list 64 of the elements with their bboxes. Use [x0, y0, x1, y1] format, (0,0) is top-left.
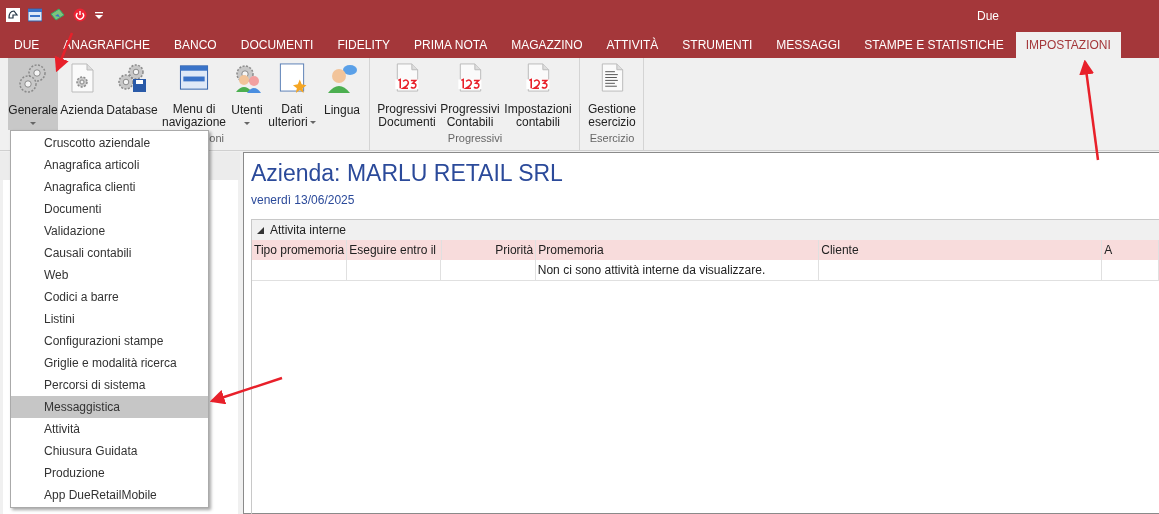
ribbon-tab[interactable]: DOCUMENTI — [228, 32, 326, 58]
date-label: venerdì 13/06/2025 — [251, 193, 355, 207]
ribbon-tab[interactable]: ANAGRAFICHE — [51, 32, 163, 58]
menu-item[interactable]: App DueRetailMobile — [11, 484, 208, 506]
ribbon-button[interactable]: Progressivi Documenti — [376, 58, 438, 130]
gears-disk-icon — [116, 62, 148, 94]
column-header[interactable]: A — [1102, 240, 1159, 260]
company-title: Azienda: MARLU RETAIL SRL — [251, 160, 563, 187]
menu-item[interactable]: Codici a barre — [11, 286, 208, 308]
ribbon-button[interactable]: Dati ulteriori — [266, 58, 318, 130]
ribbon-button[interactable]: Impostazioni contabili — [502, 58, 574, 130]
ribbon-button[interactable]: Utenti — [230, 58, 264, 130]
column-header[interactable]: Promemoria — [536, 240, 820, 260]
ribbon-tab[interactable]: IMPOSTAZIONI — [1015, 32, 1121, 58]
ribbon-tab[interactable]: STRUMENTI — [670, 32, 765, 58]
ribbon-tab[interactable]: DUE — [2, 32, 52, 58]
menu-item[interactable]: Messaggistica — [11, 396, 208, 418]
image-icon[interactable] — [50, 8, 65, 22]
menu-item[interactable]: Documenti — [11, 198, 208, 220]
empty-message: Non ci sono attività interne da visualizzare. — [535, 260, 819, 280]
ribbon-tab[interactable]: FIDELITY — [325, 32, 403, 58]
menu-item[interactable]: Causali contabili — [11, 242, 208, 264]
ribbon-tab[interactable]: MAGAZZINO — [499, 32, 595, 58]
menu-item[interactable]: Attività — [11, 418, 208, 440]
ribbon-button[interactable]: Azienda — [60, 58, 104, 130]
menu-item[interactable]: Anagrafica articoli — [11, 154, 208, 176]
ribbon-button[interactable]: Gestione esercizio — [586, 58, 638, 130]
menu-item[interactable]: Produzione — [11, 462, 208, 484]
window-icon — [178, 62, 210, 93]
menu-item[interactable]: Web — [11, 264, 208, 286]
menu-item[interactable]: Cruscotto aziendale — [11, 132, 208, 154]
ribbon-button[interactable]: Database — [106, 58, 158, 130]
ribbon-tab[interactable]: STAMPE E STATISTICHE — [852, 32, 1016, 58]
group-label: oni — [209, 132, 224, 144]
menu-item[interactable]: Listini — [11, 308, 208, 330]
ribbon-tab[interactable]: MESSAGGI — [764, 32, 853, 58]
dropdown-icon[interactable] — [95, 11, 103, 19]
ribbon-tab[interactable]: PRIMA NOTA — [402, 32, 500, 58]
group-label: Progressivi — [447, 132, 503, 144]
column-header[interactable]: Priorità — [441, 240, 537, 260]
collapse-icon[interactable] — [257, 226, 264, 234]
column-header[interactable]: Eseguire entro il — [347, 240, 442, 260]
app-icon[interactable] — [6, 8, 20, 22]
menu-item[interactable]: Chiusura Guidata — [11, 440, 208, 462]
ribbon-button[interactable]: Generale — [8, 58, 58, 130]
ribbon-button[interactable]: Lingua — [320, 58, 364, 130]
window-icon[interactable] — [28, 8, 42, 22]
user-chat-icon — [326, 62, 358, 94]
menu-item[interactable]: Percorsi di sistema — [11, 374, 208, 396]
group-label: Esercizio — [589, 132, 635, 144]
window-title: Due — [977, 9, 999, 23]
menu-item[interactable]: Griglie e modalità ricerca — [11, 352, 208, 374]
power-icon[interactable] — [73, 8, 87, 22]
menu-item[interactable]: Validazione — [11, 220, 208, 242]
ribbon-tab[interactable]: ATTIVITÀ — [594, 32, 671, 58]
ribbon-tab[interactable]: BANCO — [162, 32, 229, 58]
ribbon-button[interactable]: Menu di navigazione — [160, 58, 228, 130]
gears-icon — [17, 62, 49, 94]
menu-item[interactable]: Anagrafica clienti — [11, 176, 208, 198]
group-header: Attivita interne — [270, 223, 347, 237]
ribbon-button[interactable]: Progressivi Contabili — [440, 58, 500, 130]
column-header[interactable]: Cliente — [819, 240, 1103, 260]
column-header[interactable]: Tipo promemoria — [252, 240, 348, 260]
menu-item[interactable]: Configurazioni stampe — [11, 330, 208, 352]
